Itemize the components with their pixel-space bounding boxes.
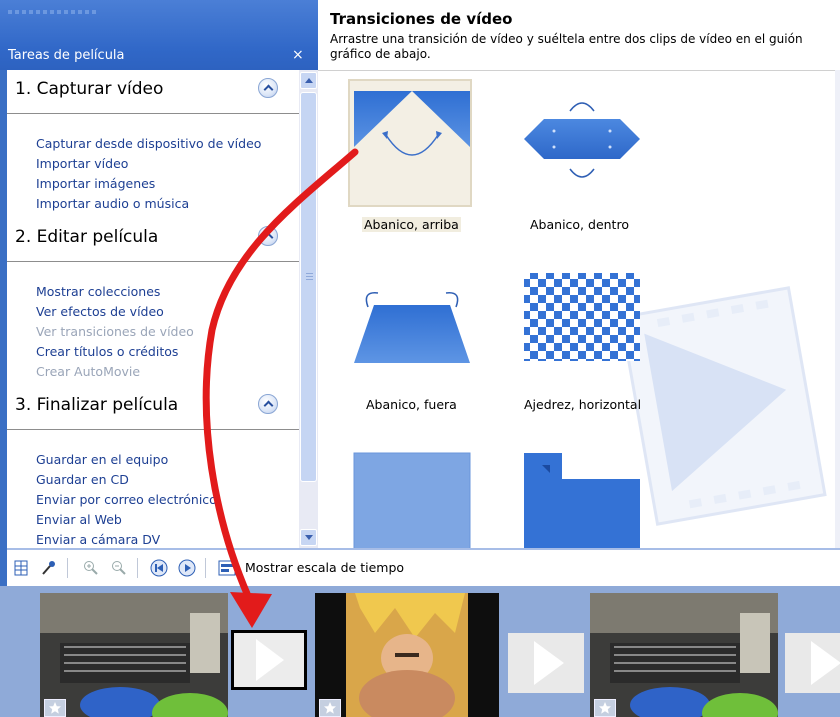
section-header[interactable]: 1. Capturar vídeo [7, 70, 299, 114]
task-pane-scrollbar[interactable] [299, 70, 318, 548]
link-show-collections[interactable]: Mostrar colecciones [36, 282, 299, 302]
link-view-transitions: Ver transiciones de vídeo [36, 324, 194, 339]
task-pane-title: Tareas de película [8, 48, 125, 63]
film-watermark-icon [619, 286, 827, 526]
clip-thumbnail [315, 593, 499, 717]
corner-icon [524, 453, 640, 548]
link-send-email[interactable]: Enviar por correo electrónico [36, 490, 299, 510]
storyboard-icon[interactable] [11, 558, 31, 578]
transitions-header: Transiciones de vídeo Arrastre una trans… [318, 0, 840, 70]
video-clip[interactable] [590, 593, 778, 717]
link-save-computer[interactable]: Guardar en el equipo [36, 450, 299, 470]
close-icon[interactable]: × [292, 48, 304, 62]
decorative-dots [8, 10, 98, 14]
transition-label: Abanico, dentro [530, 217, 629, 232]
video-clip[interactable] [40, 593, 228, 717]
toolbar-separator [137, 558, 138, 578]
clip-thumbnail [590, 593, 778, 717]
transition-slot[interactable] [508, 633, 584, 693]
collapse-icon[interactable] [258, 78, 278, 98]
transition-label: Abanico, fuera [366, 397, 457, 412]
transition-label: Abanico, arriba [362, 217, 461, 232]
task-pane-content: 1. Capturar vídeo Capturar desde disposi… [7, 70, 299, 548]
collapse-icon[interactable] [258, 226, 278, 246]
narrate-icon[interactable] [39, 558, 59, 578]
link-save-cd[interactable]: Guardar en CD [36, 470, 299, 490]
section-finish: 3. Finalizar película Guardar en el equi… [7, 386, 299, 548]
link-create-titles[interactable]: Crear títulos o créditos [36, 342, 299, 362]
section-edit: 2. Editar película Mostrar colecciones V… [7, 218, 299, 382]
play-icon[interactable] [177, 558, 197, 578]
timeline-icon[interactable] [217, 558, 237, 578]
zoom-in-icon[interactable] [81, 558, 101, 578]
toolbar-separator [205, 558, 206, 578]
section-title: 3. Finalizar película [15, 395, 179, 415]
link-import-images[interactable]: Importar imágenes [36, 174, 299, 194]
link-import-video[interactable]: Importar vídeo [36, 154, 299, 174]
scroll-down-icon[interactable] [300, 529, 317, 546]
section-header[interactable]: 2. Editar película [7, 218, 299, 262]
scroll-thumb[interactable] [300, 92, 317, 482]
section-header[interactable]: 3. Finalizar película [7, 386, 299, 430]
collapse-icon[interactable] [258, 394, 278, 414]
gallery-scrollbar[interactable] [835, 70, 840, 548]
rewind-icon[interactable] [149, 558, 169, 578]
star-icon [44, 699, 66, 717]
link-send-dv[interactable]: Enviar a cámara DV [36, 530, 299, 548]
storyboard-toolbar: Mostrar escala de tiempo [7, 548, 840, 586]
task-pane-header: Tareas de película × [0, 0, 318, 70]
star-icon [319, 699, 341, 717]
fade-icon [353, 452, 471, 548]
fan-in-icon [524, 102, 640, 178]
link-view-effects[interactable]: Ver efectos de vídeo [36, 302, 299, 322]
transition-slot[interactable] [231, 630, 307, 690]
transitions-title: Transiciones de vídeo [330, 10, 513, 28]
transition-label: Ajedrez, horizontal [524, 397, 642, 412]
storyboard [0, 586, 840, 717]
link-send-web[interactable]: Enviar al Web [36, 510, 299, 530]
clip-thumbnail [40, 593, 228, 717]
link-automovie: Crear AutoMovie [36, 364, 141, 379]
transitions-description: Arrastre una transición de vídeo y suélt… [330, 32, 803, 61]
video-clip[interactable] [315, 593, 503, 717]
checkerboard-icon [524, 273, 640, 361]
transitions-gallery: Abanico, arriba Abanico, dentro Abanico,… [318, 70, 840, 548]
fan-up-icon [354, 91, 470, 156]
scroll-up-icon[interactable] [300, 72, 317, 89]
section-title: 1. Capturar vídeo [15, 79, 164, 99]
zoom-out-icon[interactable] [109, 558, 129, 578]
star-icon [594, 699, 616, 717]
section-title: 2. Editar película [15, 227, 159, 247]
link-capture-device[interactable]: Capturar desde dispositivo de vídeo [36, 134, 299, 154]
section-capture: 1. Capturar vídeo Capturar desde disposi… [7, 70, 299, 214]
fan-out-icon [354, 292, 470, 363]
timeline-toggle-label[interactable]: Mostrar escala de tiempo [245, 560, 404, 575]
transition-slot[interactable] [785, 633, 840, 693]
link-import-audio[interactable]: Importar audio o música [36, 194, 299, 214]
toolbar-separator [67, 558, 68, 578]
